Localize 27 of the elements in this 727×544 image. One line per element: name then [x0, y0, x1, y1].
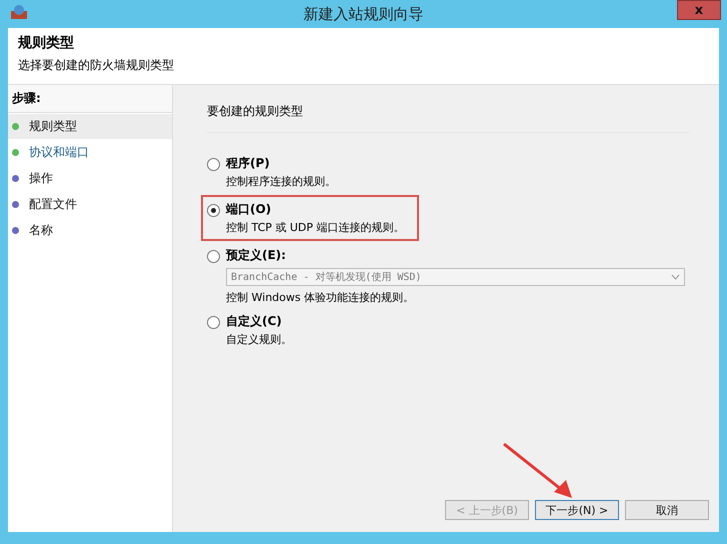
option-description: 自定义规则。 [226, 332, 293, 347]
window-title: 新建入站规则向导 [304, 4, 424, 24]
option-label: 预定义(E): [226, 247, 287, 264]
steps-heading: 步骤: [8, 85, 172, 113]
radio-button[interactable] [207, 316, 220, 329]
step-item[interactable]: 协议和端口 [8, 140, 172, 165]
caret-icon [671, 274, 680, 280]
close-button[interactable]: x [677, 0, 721, 20]
option-description: 控制 Windows 体验功能连接的规则。 [226, 290, 416, 305]
option-label: 端口(O) [226, 201, 272, 218]
page-title: 规则类型 [18, 34, 75, 52]
radio-button[interactable] [207, 158, 220, 171]
wizard-button[interactable]: 取消 [625, 500, 709, 520]
option-description: 控制程序连接的规则。 [226, 174, 337, 189]
firewall-icon [10, 4, 28, 20]
wizard-button[interactable]: 下一步(N) > [535, 500, 619, 520]
step-item[interactable]: 配置文件 [8, 192, 172, 217]
step-item[interactable]: 规则类型 [8, 114, 172, 139]
option-description: 控制 TCP 或 UDP 端口连接的规则。 [226, 220, 406, 235]
page-subtitle: 选择要创建的防火墙规则类型 [18, 57, 175, 74]
radio-button[interactable] [207, 204, 220, 217]
radio-button[interactable] [207, 250, 220, 263]
section-prompt: 要创建的规则类型 [207, 103, 689, 133]
option-label: 程序(P) [226, 155, 271, 172]
option-label: 自定义(C) [226, 313, 283, 330]
step-item[interactable]: 操作 [8, 166, 172, 191]
step-item[interactable]: 名称 [8, 218, 172, 243]
